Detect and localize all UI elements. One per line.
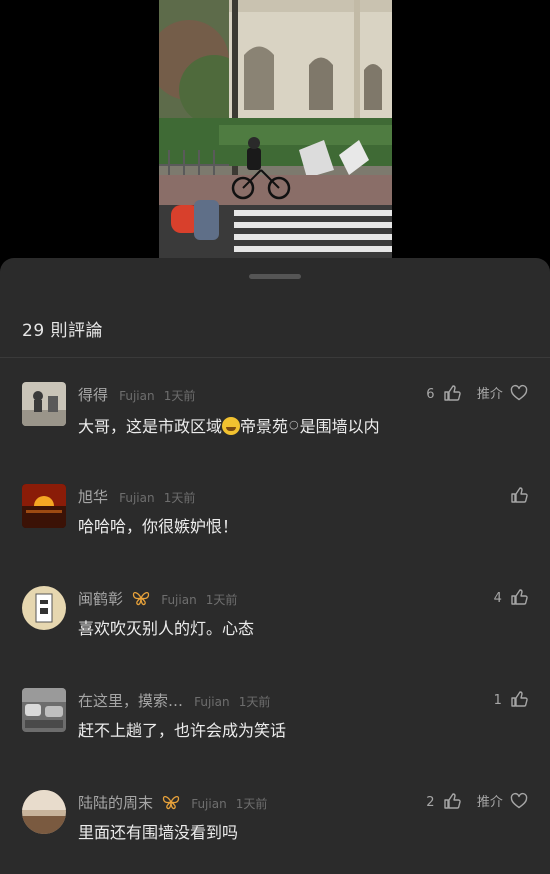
comment-text-part: 是围墙以内 (299, 417, 380, 436)
thumbs-up-icon[interactable] (443, 384, 461, 410)
avatar[interactable] (22, 382, 66, 426)
timestamp: 1天前 (163, 491, 196, 505)
comment-actions (510, 486, 528, 508)
username[interactable]: 旭华 (78, 488, 108, 506)
location: Fujian (191, 797, 227, 811)
divider (0, 357, 550, 358)
thumbs-up-icon[interactable] (510, 690, 528, 716)
like-count: 6 (426, 387, 435, 402)
comment-actions: 2 推介 (426, 792, 528, 814)
like-count: 4 (493, 591, 502, 606)
like-count: 2 (426, 795, 435, 810)
thumbs-up-icon[interactable] (510, 588, 528, 614)
username[interactable]: 闽鹤彰 (78, 590, 123, 608)
comment-item: 陆陆的周末 Fujian 1天前 2 推介 里面还有围墙没看到吗 (0, 790, 550, 874)
comment-meta: 旭华 Fujian 1天前 (78, 486, 195, 508)
search-icon[interactable]: ○ (289, 414, 299, 436)
comment-meta: 陆陆的周末 Fujian 1天前 (78, 792, 267, 814)
comment-item: 旭华 Fujian 1天前 哈哈哈，你很嫉妒恨！ (0, 484, 550, 574)
comment-item: 得得 Fujian 1天前 6 推介 大哥，这是市政区域 帝景苑○是围墙以内 (0, 382, 550, 472)
location: Fujian (194, 695, 230, 709)
thumbs-up-icon[interactable] (443, 792, 461, 818)
comment-text: 哈哈哈，你很嫉妒恨！ (78, 517, 239, 536)
avatar[interactable] (22, 484, 66, 528)
comment-item: 闽鹤彰 Fujian 1天前 4 喜欢吹灭别人的灯。心态 (0, 586, 550, 676)
comment-meta: 闽鹤彰 Fujian 1天前 (78, 588, 237, 610)
comment-meta: 得得 Fujian 1天前 (78, 384, 195, 406)
location: Fujian (119, 491, 155, 505)
avatar[interactable] (22, 586, 66, 630)
timestamp: 1天前 (235, 797, 268, 811)
username[interactable]: 陆陆的周末 (78, 794, 153, 812)
video-player[interactable] (159, 0, 392, 258)
screen: 29 則評論 得得 Fujian 1天前 6 推介 大哥，这是市政区域 帝景苑○… (0, 0, 550, 874)
thumbs-up-icon[interactable] (510, 486, 528, 512)
timestamp: 1天前 (205, 593, 238, 607)
heart-icon[interactable] (510, 384, 528, 410)
recommend-label[interactable]: 推介 (477, 795, 503, 810)
drag-handle[interactable] (249, 274, 301, 279)
location: Fujian (119, 389, 155, 403)
comment-text: 大哥，这是市政区域 帝景苑○是围墙以内 (78, 414, 380, 438)
like-count: 1 (493, 693, 502, 708)
avatar[interactable] (22, 688, 66, 732)
butterfly-badge-icon (162, 794, 180, 816)
comment-text: 喜欢吹灭别人的灯。心态 (78, 619, 255, 638)
comment-text-part: 大哥，这是市政区域 (78, 417, 223, 436)
username[interactable]: 得得 (78, 386, 108, 404)
comment-actions: 6 推介 (426, 384, 528, 406)
heart-icon[interactable] (510, 792, 528, 818)
butterfly-badge-icon (132, 590, 150, 612)
search-link[interactable]: 帝景苑 (240, 417, 288, 436)
comment-text: 里面还有围墙没看到吗 (78, 823, 239, 842)
timestamp: 1天前 (238, 695, 271, 709)
recommend-label[interactable]: 推介 (477, 387, 503, 402)
comment-count-title: 29 則評論 (22, 321, 104, 341)
comment-text: 赶不上趟了，也许会成为笑话 (78, 721, 287, 740)
video-frame (159, 0, 392, 258)
comment-actions: 1 (494, 690, 528, 712)
comment-meta: 在这里，摸索… Fujian 1天前 (78, 690, 270, 712)
comment-actions: 4 (494, 588, 528, 610)
location: Fujian (161, 593, 197, 607)
username[interactable]: 在这里，摸索… (78, 692, 183, 710)
comment-sheet: 29 則評論 得得 Fujian 1天前 6 推介 大哥，这是市政区域 帝景苑○… (0, 258, 550, 874)
comment-item: 在这里，摸索… Fujian 1天前 1 赶不上趟了，也许会成为笑话 (0, 688, 550, 778)
laughing-emoji-icon (222, 417, 241, 435)
timestamp: 1天前 (163, 389, 196, 403)
avatar[interactable] (22, 790, 66, 834)
